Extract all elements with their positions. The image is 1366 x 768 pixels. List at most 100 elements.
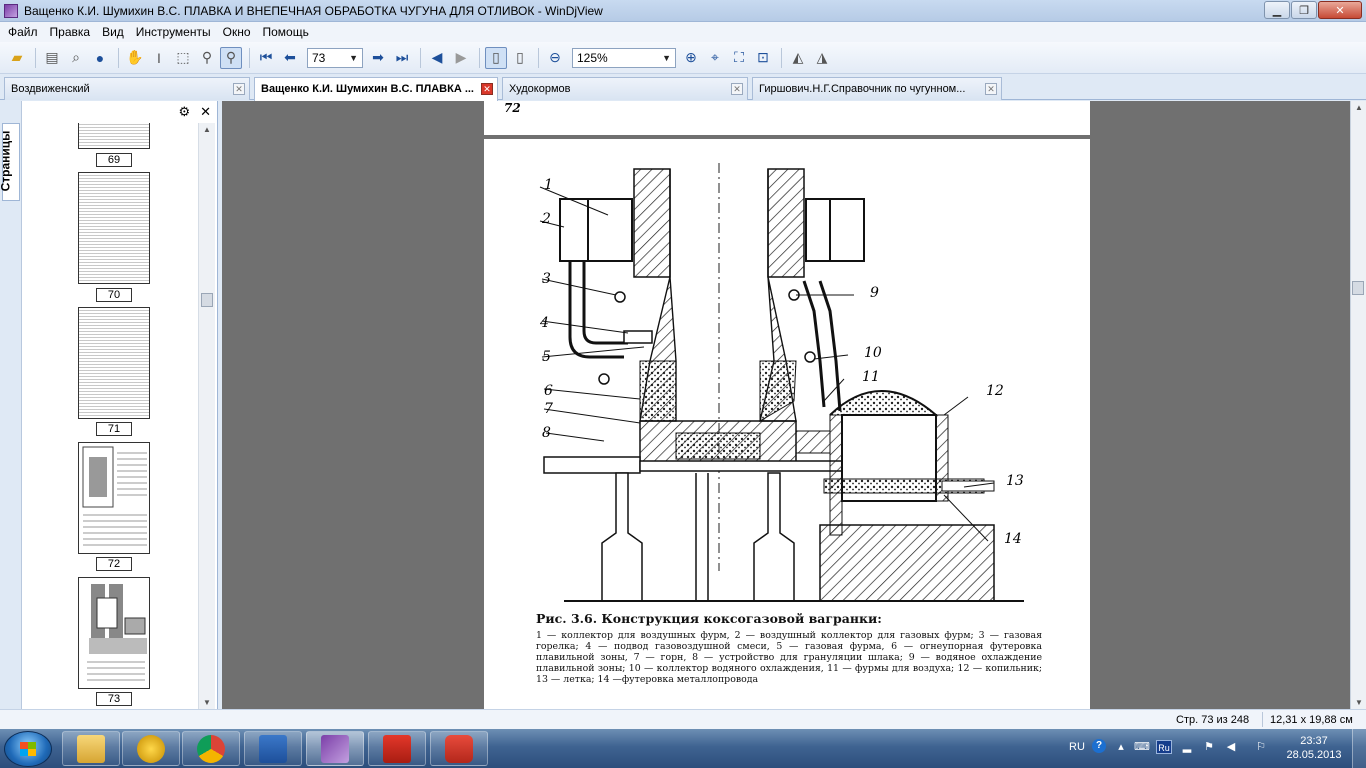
help-icon[interactable]: ? xyxy=(1092,739,1106,753)
close-icon[interactable]: ✕ xyxy=(200,104,211,120)
info-icon[interactable]: ● xyxy=(89,47,111,69)
thumbnail-page-number: 69 xyxy=(96,153,132,167)
close-button[interactable]: ✕ xyxy=(1318,1,1362,19)
title-bar: Ващенко К.И. Шумихин В.С. ПЛАВКА И ВНЕПЕ… xyxy=(0,0,1366,22)
word-icon xyxy=(259,734,287,763)
first-page-icon[interactable]: ⏮ xyxy=(255,47,277,69)
taskbar-app-yellow[interactable] xyxy=(122,731,180,766)
close-icon[interactable]: ✕ xyxy=(233,83,245,95)
taskbar: RU ? ▴ ⌨ Ru ▂ ⚑ ◀ ⚐ 23:37 28.05.2013 xyxy=(0,729,1366,768)
folder-icon xyxy=(77,734,105,763)
prev-page-icon[interactable]: ⬅ xyxy=(279,47,301,69)
rotate-right-icon[interactable]: ◮ xyxy=(811,47,833,69)
rotate-left-icon[interactable]: ◭ xyxy=(787,47,809,69)
clock[interactable]: 23:37 28.05.2013 xyxy=(1284,734,1344,762)
tab-label: Воздвиженский xyxy=(11,83,90,95)
menu-tools[interactable]: Инструменты xyxy=(132,25,219,39)
menu-view[interactable]: Вид xyxy=(98,25,132,39)
zoom-combo[interactable]: 125% ▼ xyxy=(572,47,676,68)
thumbnail-page-69[interactable] xyxy=(78,123,150,149)
open-folder-icon[interactable]: ▰ xyxy=(6,47,28,69)
status-page-info: Стр. 73 из 248 xyxy=(1176,714,1250,726)
find-icon[interactable]: ⌕ xyxy=(65,47,87,69)
network-icon[interactable]: ▂ xyxy=(1180,741,1194,754)
volume-icon[interactable]: ◀ xyxy=(1224,741,1238,754)
zoom-rect-icon[interactable]: ⚲ xyxy=(220,46,242,69)
taskbar-windjview[interactable] xyxy=(306,731,364,766)
page-number-combo[interactable]: 73 ▼ xyxy=(307,47,363,68)
tab-label: Худокормов xyxy=(509,83,571,95)
callout-2: 2 xyxy=(542,211,551,227)
scrollbar-thumb[interactable] xyxy=(1352,281,1364,295)
forward-icon[interactable]: ▶ xyxy=(450,47,472,69)
keyboard-icon[interactable]: ⌨ xyxy=(1134,741,1150,754)
taskbar-chrome[interactable] xyxy=(182,731,240,766)
facing-pages-icon[interactable]: ▯ xyxy=(509,47,531,69)
scroll-down-icon[interactable]: ▼ xyxy=(1355,698,1363,707)
thumbnail-page-72[interactable] xyxy=(78,442,150,554)
show-desktop-button[interactable] xyxy=(1352,729,1366,768)
action-center-icon[interactable]: ⚐ xyxy=(1254,741,1268,754)
toolbar-separator xyxy=(479,47,480,68)
tab-vozdvizhensky[interactable]: Воздвиженский ✕ xyxy=(4,77,250,100)
zoom-in-icon[interactable]: ⊕ xyxy=(680,47,702,69)
toolbar-separator xyxy=(781,47,782,68)
hand-tool-icon[interactable]: ✋ xyxy=(124,47,146,69)
gear-icon[interactable]: ⚙ xyxy=(178,104,190,120)
taskbar-word[interactable] xyxy=(244,731,302,766)
tab-pages[interactable]: Страницы xyxy=(0,123,20,201)
scroll-up-icon[interactable]: ▲ xyxy=(203,125,211,134)
close-icon[interactable]: ✕ xyxy=(481,83,493,95)
actual-size-icon[interactable]: ⊡ xyxy=(752,47,774,69)
menu-file[interactable]: Файл xyxy=(4,25,46,39)
clock-time: 23:37 xyxy=(1300,735,1328,747)
taskbar-acrobat[interactable] xyxy=(368,731,426,766)
fit-width-icon[interactable]: ⌖ xyxy=(704,47,726,69)
thumbnail-page-number: 73 xyxy=(96,692,132,706)
language-indicator[interactable]: RU xyxy=(1069,741,1085,753)
menu-window[interactable]: Окно xyxy=(219,25,259,39)
security-icon[interactable]: ⚑ xyxy=(1202,741,1216,754)
thumbnail-scrollbar[interactable]: ▲ ▼ xyxy=(198,123,215,709)
scrollbar-thumb[interactable] xyxy=(201,293,213,307)
thumbnail-page-71[interactable] xyxy=(78,307,150,419)
tab-vashchenko[interactable]: Ващенко К.И. Шумихин В.С. ПЛАВКА ... ✕ xyxy=(254,77,498,101)
tab-khudokormov[interactable]: Худокормов ✕ xyxy=(502,77,748,100)
thumbnail-page-70[interactable] xyxy=(78,172,150,284)
zoom-out-icon[interactable]: ⊖ xyxy=(544,47,566,69)
zoom-tool-icon[interactable]: ⚲ xyxy=(196,47,218,69)
back-icon[interactable]: ◀ xyxy=(426,47,448,69)
thumbnail-list: 69 70 71 72 73 xyxy=(22,123,198,709)
document-view[interactable]: 72 1 2 3 4 5 6 7 8 9 10 11 12 13 14 Рис.… xyxy=(222,101,1350,709)
rect-select-icon[interactable]: ⬚ xyxy=(172,47,194,69)
menu-help[interactable]: Помощь xyxy=(259,25,317,39)
taskbar-explorer[interactable] xyxy=(62,731,120,766)
print-icon[interactable]: ▤ xyxy=(41,47,63,69)
scroll-down-icon[interactable]: ▼ xyxy=(203,698,211,707)
minimize-button[interactable]: ▁ xyxy=(1264,1,1290,19)
current-page: 1 2 3 4 5 6 7 8 9 10 11 12 13 14 Рис. 3.… xyxy=(484,139,1090,709)
next-page-icon[interactable]: ➡ xyxy=(367,47,389,69)
menu-edit[interactable]: Правка xyxy=(46,25,99,39)
close-icon[interactable]: ✕ xyxy=(985,83,997,95)
windows-logo-icon xyxy=(20,742,36,756)
callout-11: 11 xyxy=(862,369,880,385)
status-page-size: 12,31 x 19,88 см xyxy=(1270,714,1353,726)
taskbar-recorder[interactable] xyxy=(430,731,488,766)
fit-page-icon[interactable]: ⛶ xyxy=(728,47,750,69)
tray-expand-icon[interactable]: ▴ xyxy=(1114,741,1128,754)
callout-13: 13 xyxy=(1006,473,1024,489)
start-button[interactable] xyxy=(4,731,52,767)
close-icon[interactable]: ✕ xyxy=(731,83,743,95)
thumbnail-drawing xyxy=(87,584,147,681)
toolbar-separator xyxy=(420,47,421,68)
last-page-icon[interactable]: ⏭ xyxy=(391,47,413,69)
tab-girshovich[interactable]: Гиршович.Н.Г.Справочник по чугунном... ✕ xyxy=(752,77,1002,100)
scroll-up-icon[interactable]: ▲ xyxy=(1355,103,1363,112)
restore-button[interactable]: ❐ xyxy=(1291,1,1317,19)
text-select-icon[interactable]: I xyxy=(148,47,170,69)
document-scrollbar[interactable]: ▲ ▼ xyxy=(1350,101,1366,709)
input-lang-indicator[interactable]: Ru xyxy=(1156,740,1172,754)
single-page-icon[interactable]: ▯ xyxy=(485,46,507,69)
thumbnail-page-73[interactable] xyxy=(78,577,150,689)
